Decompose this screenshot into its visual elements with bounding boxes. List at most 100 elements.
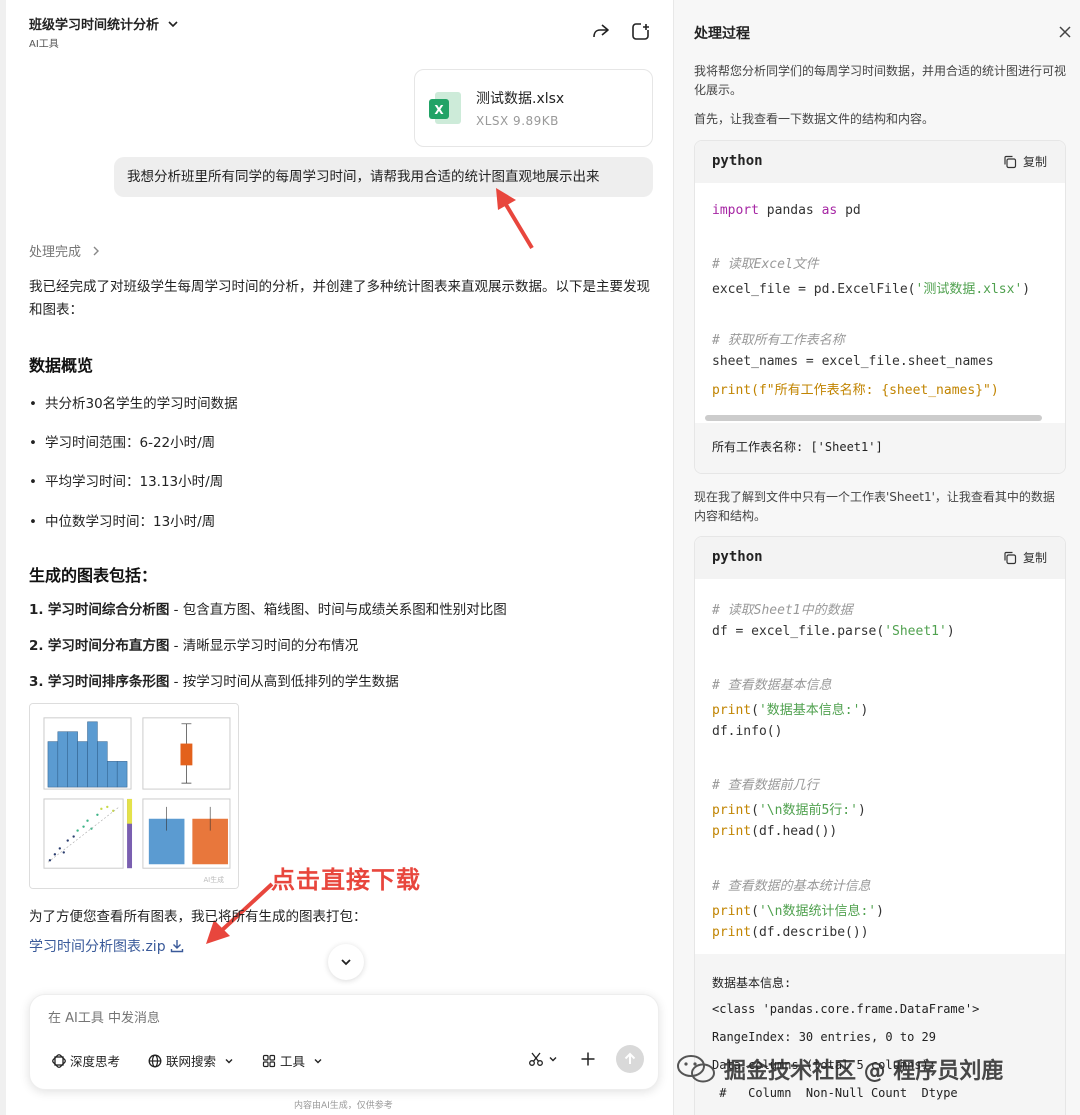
add-button[interactable] — [580, 1051, 596, 1067]
process-status-link[interactable]: 处理完成 — [29, 241, 101, 260]
chevron-down-icon — [549, 1057, 557, 1062]
ai-disclaimer: 内容由AI生成，仅供参考 — [294, 1101, 393, 1111]
deep-think-label: 深度思考 — [70, 1054, 121, 1069]
zip-link-label: 学习时间分析图表.zip — [29, 939, 166, 955]
chart-thumbnail[interactable]: AI生成 — [29, 703, 239, 889]
code-line: import pandas as pd — [712, 203, 861, 218]
code-line: print('数据基本信息:') — [712, 703, 869, 718]
tools-button[interactable]: 工具 — [262, 1051, 323, 1070]
message-input[interactable] — [48, 1011, 608, 1026]
code-output: 数据基本信息: <class 'pandas.core.frame.DataFr… — [695, 954, 1065, 1115]
code-line: print(df.head()) — [712, 824, 838, 839]
globe-icon — [148, 1054, 162, 1067]
tools-label: 工具 — [280, 1054, 306, 1069]
code-line: print('\n数据统计信息:') — [712, 904, 884, 919]
copy-button[interactable]: 复制 — [1003, 549, 1047, 566]
watermark-text: 掘金技术社区 @ 程序员刘鹿 — [724, 1059, 1004, 1084]
chat-pane: 班级学习时间统计分析 AI工具 X 测试数据.xlsx XLSX 9.89KB … — [0, 0, 673, 1115]
code-language: python — [712, 153, 763, 169]
code-line: # 查看数据前几行 — [712, 778, 819, 793]
wechat-logo-icon — [677, 1055, 715, 1083]
code-line: sheet_names = excel_file.sheet_names — [712, 354, 994, 369]
list-item: • 中位数学习时间：13小时/周 — [29, 514, 216, 530]
watermark: 掘金技术社区 @ 程序员刘鹿 — [676, 1053, 1003, 1085]
list-item: 1. 学习时间综合分析图 - 包含直方图、箱线图、时间与成绩关系图和性别对比图 — [29, 602, 507, 618]
download-icon — [170, 940, 183, 953]
list-item: • 共分析30名学生的学习时间数据 — [29, 396, 238, 412]
output-line: # Column Non-Null Count Dtype — [712, 1086, 958, 1100]
arrow-up-icon — [624, 1052, 636, 1064]
conversation-title-dropdown[interactable]: 班级学习时间统计分析 — [29, 14, 179, 33]
code-line: # 查看数据的基本统计信息 — [712, 879, 871, 894]
new-chat-icon[interactable] — [630, 20, 652, 42]
attached-file-card[interactable]: X 测试数据.xlsx XLSX 9.89KB — [414, 69, 653, 147]
list-item: 3. 学习时间排序条形图 - 按学习时间从高到低排列的学生数据 — [29, 674, 399, 690]
code-block: python 复制 # 读取Sheet1中的数据 df = excel_file… — [694, 536, 1066, 1115]
code-line: # 查看数据基本信息 — [712, 678, 832, 693]
close-icon[interactable] — [1057, 24, 1073, 40]
svg-text:X: X — [434, 103, 444, 117]
list-item: 2. 学习时间分布直方图 - 清晰显示学习时间的分布情况 — [29, 638, 359, 654]
copy-label: 复制 — [1022, 155, 1047, 169]
code-line: excel_file = pd.ExcelFile('测试数据.xlsx') — [712, 282, 1031, 297]
output-line: <class 'pandas.core.frame.DataFrame'> — [712, 1002, 980, 1016]
panel-text: 我将帮您分析同学们的每周学习时间数据，并用合适的统计图进行可视化展示。 — [694, 64, 1067, 97]
file-name: 测试数据.xlsx — [476, 91, 565, 107]
output-line: RangeIndex: 30 entries, 0 to 29 — [712, 1030, 936, 1044]
code-content: import pandas as pd # 读取Excel文件 excel_fi… — [695, 183, 1065, 423]
atom-icon — [52, 1053, 66, 1068]
web-search-label: 联网搜索 — [166, 1054, 217, 1069]
file-meta: XLSX 9.89KB — [476, 114, 559, 128]
panel-title: 处理过程 — [694, 26, 750, 42]
excel-file-icon: X — [429, 92, 461, 124]
code-scrollbar[interactable] — [705, 415, 1042, 421]
scroll-down-button[interactable] — [328, 944, 364, 980]
annotation-arrow-icon — [496, 188, 534, 250]
scissors-button[interactable] — [528, 1051, 558, 1067]
code-line: df = excel_file.parse('Sheet1') — [712, 624, 955, 639]
scissors-icon — [529, 1052, 543, 1066]
assistant-intro: 我已经完成了对班级学生每周学习时间的分析，并创建了多种统计图表来直观展示数据。以… — [29, 279, 650, 318]
copy-label: 复制 — [1022, 551, 1047, 565]
conversation-title: 班级学习时间统计分析 — [29, 18, 160, 33]
message-composer: 深度思考 联网搜索 工具 — [29, 994, 659, 1090]
chevron-right-icon — [93, 246, 100, 256]
process-panel: 处理过程 我将帮您分析同学们的每周学习时间数据，并用合适的统计图进行可视化展示。… — [673, 0, 1080, 1115]
annotation-label: 点击直接下载 — [271, 866, 421, 894]
chevron-down-icon — [168, 20, 178, 27]
plus-icon — [581, 1052, 595, 1066]
copy-button[interactable]: 复制 — [1003, 153, 1047, 170]
panel-text: 现在我了解到文件中只有一个工作表'Sheet1'，让我查看其中的数据内容和结构。 — [694, 490, 1055, 523]
code-header: python 复制 — [695, 141, 1065, 183]
code-line: print(df.describe()) — [712, 925, 869, 940]
conversation-subtitle: AI工具 — [29, 39, 59, 50]
code-language: python — [712, 549, 763, 565]
chevron-down-icon — [314, 1058, 322, 1063]
code-output: 所有工作表名称: ['Sheet1'] — [695, 423, 1065, 473]
code-content: # 读取Sheet1中的数据 df = excel_file.parse('Sh… — [695, 579, 1065, 954]
chevron-down-icon — [341, 959, 351, 966]
share-icon[interactable] — [590, 20, 612, 42]
user-message: 我想分析班里所有同学的每周学习时间，请帮我用合适的统计图直观地展示出来 — [114, 157, 653, 197]
code-line: print(f"所有工作表名称: {sheet_names}") — [712, 383, 999, 398]
code-line: # 获取所有工作表名称 — [712, 333, 845, 348]
copy-icon — [1004, 155, 1017, 168]
process-status-label: 处理完成 — [29, 245, 82, 260]
zip-download-link[interactable]: 学习时间分析图表.zip — [29, 936, 184, 956]
grid-icon — [262, 1054, 276, 1067]
web-search-button[interactable]: 联网搜索 — [148, 1051, 234, 1070]
code-block: python 复制 import pandas as pd # 读取Excel文… — [694, 140, 1066, 474]
output-line: 所有工作表名称: ['Sheet1'] — [712, 440, 883, 454]
panel-text: 首先，让我查看一下数据文件的结构和内容。 — [694, 112, 935, 126]
send-button[interactable] — [616, 1045, 644, 1073]
list-item: • 平均学习时间：13.13小时/周 — [29, 474, 224, 490]
deep-think-button[interactable]: 深度思考 — [52, 1051, 120, 1070]
code-line: # 读取Excel文件 — [712, 257, 819, 272]
pack-description: 为了方便您查看所有图表，我已将所有生成的图表打包： — [29, 909, 367, 925]
code-line: df.info() — [712, 724, 783, 739]
charts-heading: 生成的图表包括： — [29, 566, 158, 585]
copy-icon — [1004, 551, 1017, 564]
code-line: print('\n数据前5行:') — [712, 803, 866, 818]
overview-heading: 数据概览 — [29, 356, 94, 375]
list-item: • 学习时间范围：6-22小时/周 — [29, 435, 216, 451]
